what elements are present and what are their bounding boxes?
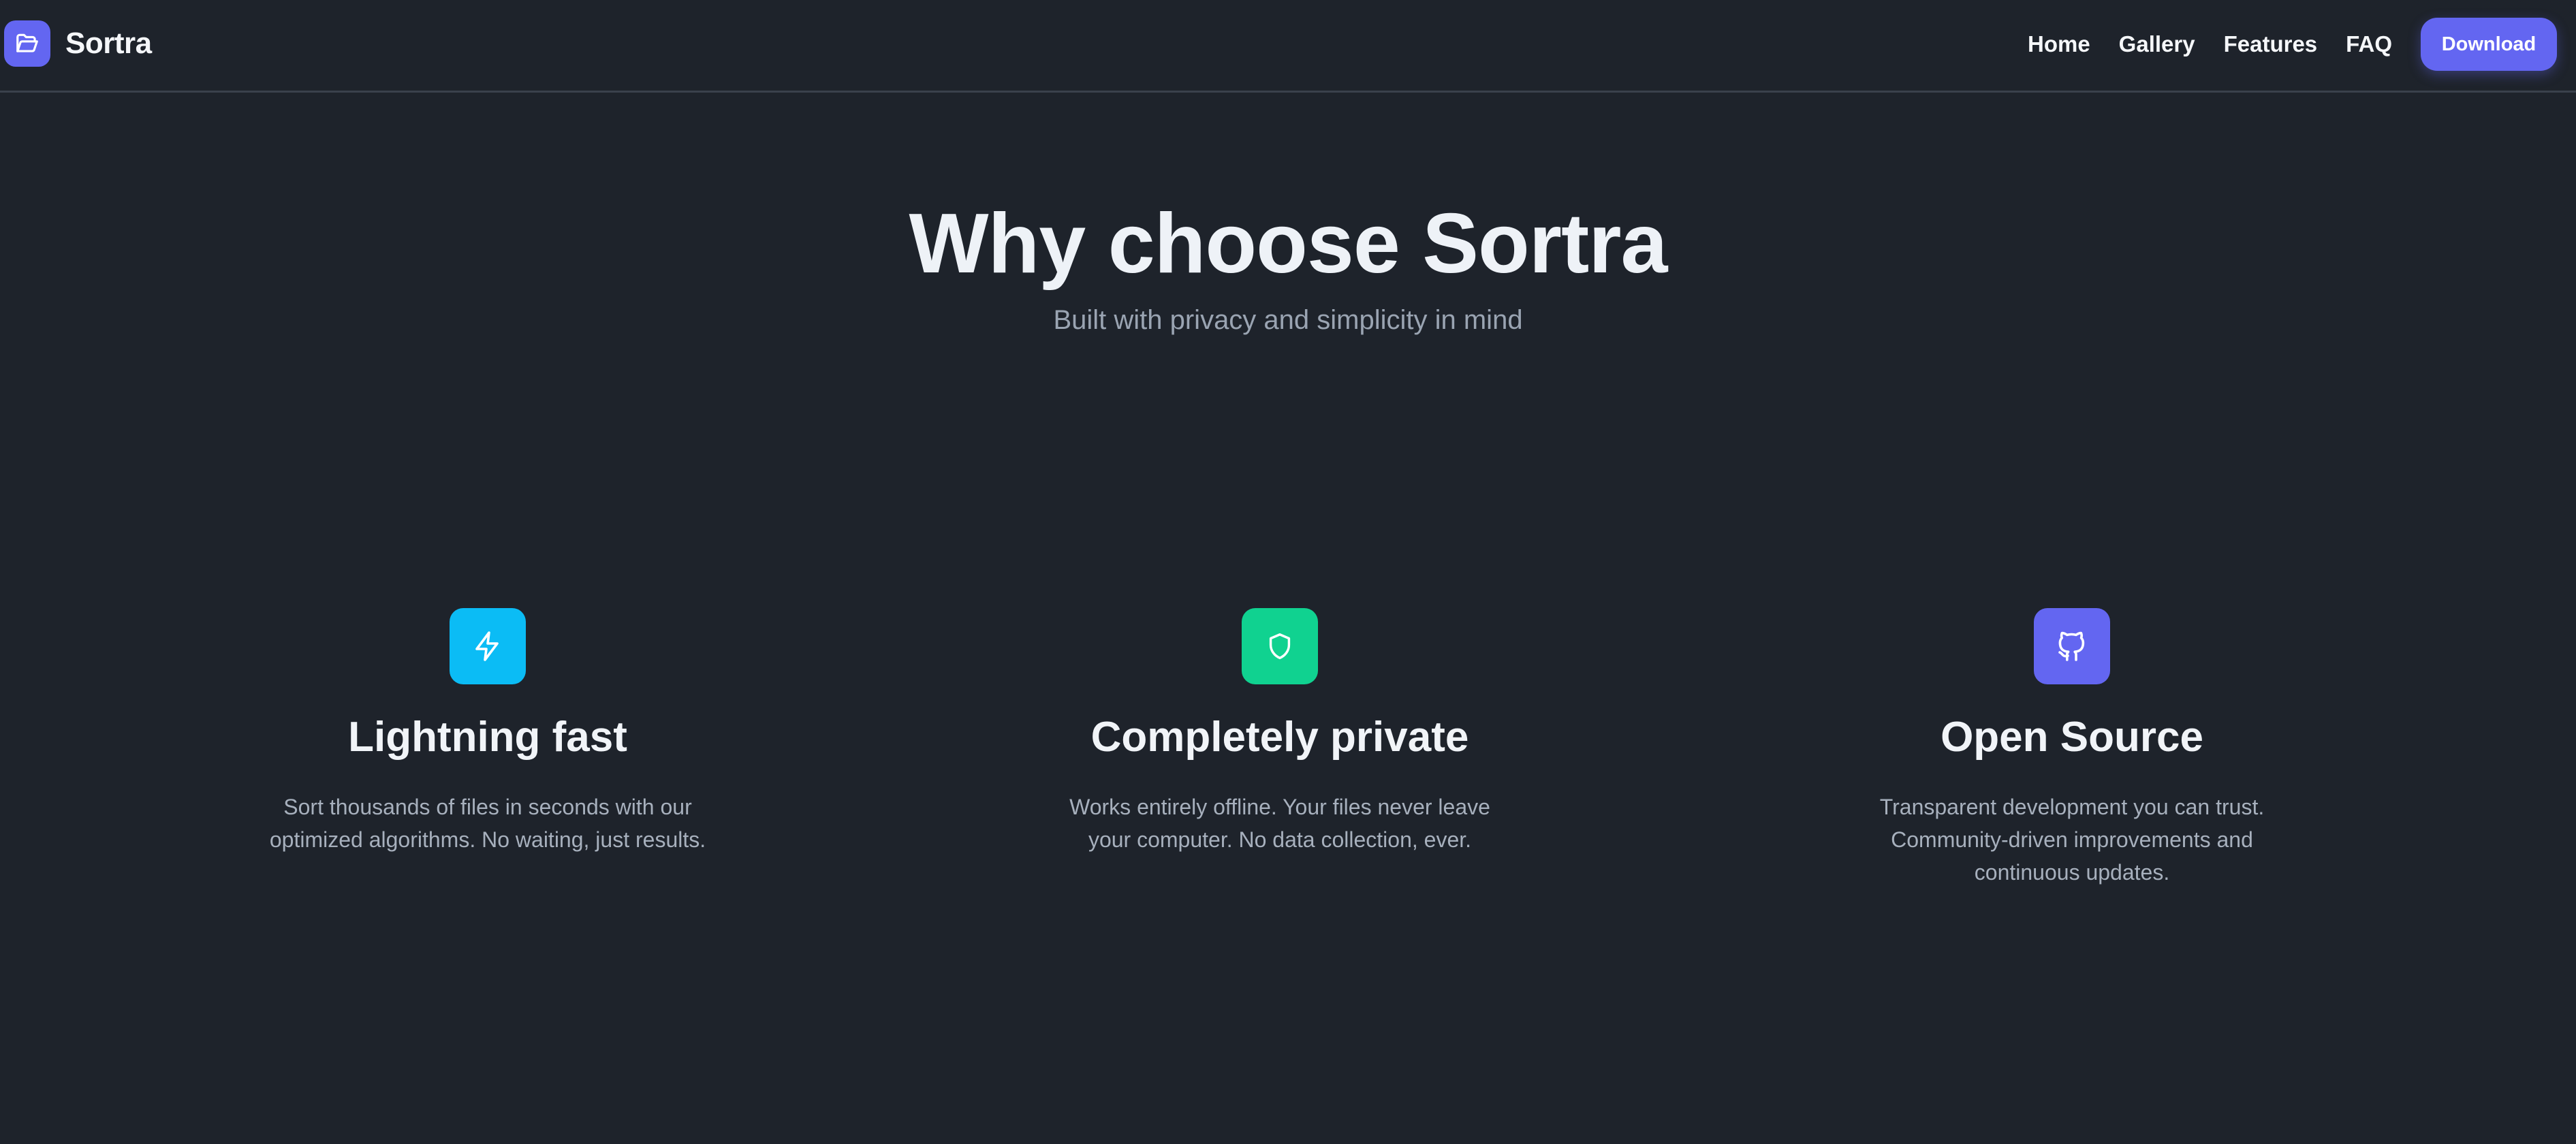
brand-name: Sortra <box>65 27 152 60</box>
feature-description: Works entirely offline. Your files never… <box>1069 795 1490 852</box>
feature-description: Sort thousands of files in seconds with … <box>269 795 706 852</box>
hero-subtitle: Built with privacy and simplicity in min… <box>1053 305 1523 335</box>
feature-card-lightning: Lightning fast Sort thousands of files i… <box>181 608 794 856</box>
feature-card-open-source: Open Source Transparent development you … <box>1765 608 2378 889</box>
navbar: Sortra Home Gallery Features FAQ Downloa… <box>0 0 2576 93</box>
feature-title: Open Source <box>1941 714 2203 761</box>
feature-card-private: Completely private Works entirely offlin… <box>973 608 1586 856</box>
folder-open-icon <box>4 20 50 67</box>
nav-link-features[interactable]: Features <box>2224 31 2318 57</box>
nav-link-home[interactable]: Home <box>2028 31 2090 57</box>
nav-links: Home Gallery Features FAQ Download <box>2028 17 2557 72</box>
nav-link-gallery[interactable]: Gallery <box>2119 31 2195 57</box>
feature-title: Lightning fast <box>348 714 627 761</box>
feature-description: Transparent development you can trust. C… <box>1879 795 2265 885</box>
shield-icon <box>1242 608 1318 684</box>
download-button[interactable]: Download <box>2421 18 2557 71</box>
lightning-icon <box>450 608 526 684</box>
nav-link-faq[interactable]: FAQ <box>2346 31 2392 57</box>
hero-title: Why choose Sortra <box>909 197 1668 291</box>
github-icon <box>2034 608 2110 684</box>
feature-title: Completely private <box>1090 714 1469 761</box>
brand[interactable]: Sortra <box>4 20 152 67</box>
